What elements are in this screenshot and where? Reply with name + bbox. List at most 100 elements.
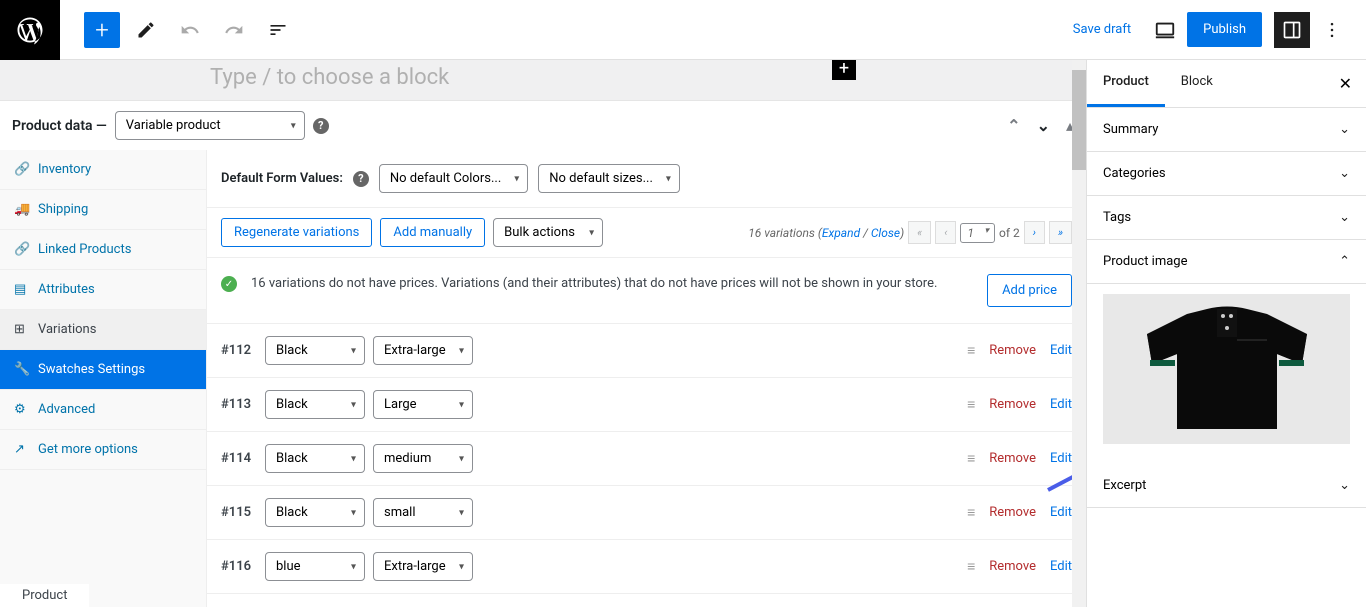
settings-sidebar-button[interactable] [1274,12,1310,48]
panel-categories[interactable]: Categories⌄ [1087,152,1366,196]
add-price-button[interactable]: Add price [987,274,1072,307]
tab-inventory[interactable]: 🔗Inventory [0,150,206,190]
tab-attributes[interactable]: ▤Attributes [0,270,206,310]
variation-size-select[interactable]: medium [373,444,473,473]
product-type-select[interactable]: Variable product [115,111,305,140]
page-last-button[interactable]: » [1049,221,1072,244]
variation-size-select[interactable]: small [373,498,473,527]
tab-linked-products[interactable]: 🔗Linked Products [0,230,206,270]
edit-link[interactable]: Edit [1050,559,1072,574]
chevron-down-icon: ⌄ [1339,478,1350,493]
edit-link[interactable]: Edit [1050,343,1072,358]
page-of-text: of 2 [999,226,1020,240]
preview-button[interactable] [1147,12,1183,48]
product-data-label: Product data — [12,118,107,134]
expand-link[interactable]: Expand [822,226,860,240]
close-link[interactable]: Close [871,226,900,240]
panel-up-icon[interactable]: ⌃ [1007,116,1020,135]
footer-breadcrumb: Product [0,584,89,607]
variation-size-select[interactable]: Extra-large [373,552,473,581]
tab-shipping[interactable]: 🚚Shipping [0,190,206,230]
tab-get-more-options[interactable]: ↗Get more options [0,430,206,470]
remove-link[interactable]: Remove [989,397,1036,412]
variation-color-select[interactable]: Black [265,390,365,419]
block-hint[interactable]: Type / to choose a block + [0,60,1086,100]
add-block-button[interactable]: + [84,12,120,48]
variation-row[interactable]: #112 Black Extra-large ≡ Remove Edit [207,324,1086,378]
variation-id: #115 [221,505,257,520]
help-icon[interactable]: ? [313,118,329,134]
variation-row[interactable]: #113 Black Large ≡ Remove Edit [207,378,1086,432]
tab-block[interactable]: Block [1165,60,1229,107]
drag-handle-icon[interactable]: ≡ [967,342,975,359]
document-outline-button[interactable] [260,12,296,48]
more-options-button[interactable] [1314,12,1350,48]
external-icon: ↗ [14,442,28,457]
drag-handle-icon[interactable]: ≡ [967,504,975,521]
add-manually-button[interactable]: Add manually [380,218,485,247]
variation-id: #112 [221,343,257,358]
panel-product-image[interactable]: Product image⌃ [1087,240,1366,284]
page-select[interactable]: 1 [960,223,995,243]
drag-handle-icon[interactable]: ≡ [967,558,975,575]
variation-actions-row: Regenerate variations Add manually Bulk … [207,208,1086,258]
default-colors-select[interactable]: No default Colors... [379,164,528,193]
price-notice: ✓ 16 variations do not have prices. Vari… [207,258,1086,324]
help-icon[interactable]: ? [353,171,369,187]
product-image-preview[interactable] [1087,284,1366,464]
link-icon: 🔗 [14,242,28,257]
remove-link[interactable]: Remove [989,505,1036,520]
top-toolbar: + Save draft Publish [0,0,1366,60]
remove-link[interactable]: Remove [989,451,1036,466]
list-icon: ▤ [14,282,28,297]
check-icon: ✓ [221,276,237,292]
truck-icon: 🚚 [14,202,28,217]
tab-product[interactable]: Product [1087,60,1165,107]
tab-variations[interactable]: ⊞Variations [0,310,206,350]
drag-handle-icon[interactable]: ≡ [967,396,975,413]
publish-button[interactable]: Publish [1187,12,1262,47]
variation-color-select[interactable]: Black [265,336,365,365]
wp-logo[interactable] [0,0,60,60]
remove-link[interactable]: Remove [989,559,1036,574]
variation-size-select[interactable]: Large [373,390,473,419]
panel-tags[interactable]: Tags⌄ [1087,196,1366,240]
bulk-actions-select[interactable]: Bulk actions [493,218,603,247]
tab-swatches-settings[interactable]: 🔧Swatches Settings [0,350,206,390]
default-sizes-select[interactable]: No default sizes... [538,164,680,193]
variation-row[interactable]: #115 Black small ≡ Remove Edit [207,486,1086,540]
variation-row[interactable]: #114 Black medium ≡ Remove Edit [207,432,1086,486]
wordpress-icon [15,15,45,45]
page-next-button[interactable]: › [1024,221,1045,244]
undo-button[interactable] [172,12,208,48]
drag-handle-icon[interactable]: ≡ [967,450,975,467]
variation-row[interactable]: #116 blue Extra-large ≡ Remove Edit [207,540,1086,594]
variation-color-select[interactable]: Black [265,498,365,527]
variation-size-select[interactable]: Extra-large [373,336,473,365]
panel-down-icon[interactable]: ⌄ [1037,116,1050,135]
edit-link[interactable]: Edit [1050,451,1072,466]
panel-excerpt[interactable]: Excerpt⌄ [1087,464,1366,508]
variation-id: #113 [221,397,257,412]
settings-sidebar: Product Block ✕ Summary⌄ Categories⌄ Tag… [1086,60,1366,607]
chevron-down-icon: ⌄ [1339,166,1350,181]
close-sidebar-button[interactable]: ✕ [1325,60,1366,107]
variations-panel: Default Form Values: ? No default Colors… [207,150,1086,607]
page-first-button[interactable]: « [908,221,931,244]
edit-mode-button[interactable] [128,12,164,48]
product-data-body: 🔗Inventory 🚚Shipping 🔗Linked Products ▤A… [0,150,1086,607]
add-block-inline-button[interactable]: + [832,60,856,80]
edit-link[interactable]: Edit [1050,397,1072,412]
page-prev-button[interactable]: ‹ [935,221,956,244]
tab-advanced[interactable]: ⚙Advanced [0,390,206,430]
panel-summary[interactable]: Summary⌄ [1087,108,1366,152]
remove-link[interactable]: Remove [989,343,1036,358]
redo-button[interactable] [216,12,252,48]
toolbar-right: Save draft Publish [1061,12,1366,48]
save-draft-button[interactable]: Save draft [1061,14,1143,45]
regenerate-variations-button[interactable]: Regenerate variations [221,218,372,247]
variation-color-select[interactable]: blue [265,552,365,581]
main-area: Type / to choose a block + Product data … [0,60,1366,607]
edit-link[interactable]: Edit [1050,505,1072,520]
variation-color-select[interactable]: Black [265,444,365,473]
